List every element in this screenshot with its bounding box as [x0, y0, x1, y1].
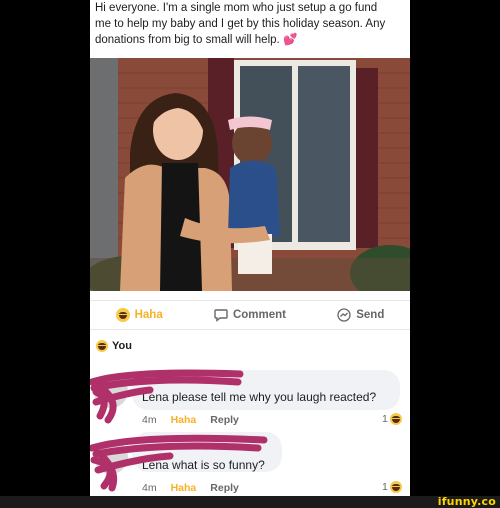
- post-photo[interactable]: [90, 58, 410, 291]
- send-button[interactable]: Send: [337, 308, 384, 322]
- comment-icon: [214, 309, 228, 322]
- haha-reaction-button[interactable]: Haha: [115, 308, 163, 322]
- comment-meta: 4m Haha Reply: [142, 414, 239, 426]
- comment-reply-button[interactable]: Reply: [210, 414, 239, 426]
- avatar[interactable]: [94, 440, 128, 474]
- heart-emoji-icon: 💕: [282, 34, 298, 46]
- comment-bubble[interactable]: Lena please tell me why you laugh reacte…: [132, 370, 400, 410]
- comment-meta: 4m Haha Reply: [142, 482, 239, 494]
- comment-text: Lena please tell me why you laugh reacte…: [142, 390, 377, 404]
- comment-haha-button[interactable]: Haha: [171, 482, 197, 494]
- comment-time: 4m: [142, 414, 157, 426]
- comment-reaction-count[interactable]: 1: [382, 481, 402, 493]
- comment-bubble[interactable]: Lena what is so funny?: [132, 432, 282, 472]
- comment-haha-button[interactable]: Haha: [171, 414, 197, 426]
- reaction-summary[interactable]: You: [96, 340, 132, 352]
- post-actions-bar: Haha Comment Send: [90, 300, 410, 330]
- post-card: Hi everyone. I'm a single mom who just s…: [90, 0, 410, 496]
- avatar[interactable]: [94, 374, 128, 408]
- haha-emoji-icon: [115, 308, 130, 322]
- comment-label: Comment: [232, 309, 286, 321]
- haha-emoji-icon: [96, 340, 108, 352]
- photo-illustration: [90, 58, 410, 291]
- comment-reply-button[interactable]: Reply: [210, 482, 239, 494]
- comment-button[interactable]: Comment: [214, 308, 286, 322]
- post-text-line-3: donations from big to small will help.: [95, 34, 280, 46]
- comment-reaction-count[interactable]: 1: [382, 413, 402, 425]
- watermark-logo: ifunny.co: [437, 495, 496, 508]
- send-label: Send: [356, 309, 385, 321]
- haha-emoji-icon: [389, 413, 402, 425]
- post-text-line: me to help my baby and I get by this hol…: [95, 18, 386, 30]
- post-text-line: donations from big to small will help. 💕: [95, 32, 405, 48]
- haha-emoji-icon: [389, 481, 402, 493]
- comment-text: Lena what is so funny?: [142, 458, 265, 472]
- messenger-icon: [337, 308, 351, 322]
- post-text-line: Hi everyone. I'm a single mom who just s…: [95, 2, 378, 14]
- watermark-bar: [0, 496, 500, 508]
- post-text: Hi everyone. I'm a single mom who just s…: [95, 0, 405, 48]
- haha-label: Haha: [134, 309, 163, 321]
- reaction-summary-label: You: [112, 340, 132, 352]
- comment-reaction-number: 1: [382, 481, 388, 493]
- comment-time: 4m: [142, 482, 157, 494]
- comment-reaction-number: 1: [382, 413, 388, 425]
